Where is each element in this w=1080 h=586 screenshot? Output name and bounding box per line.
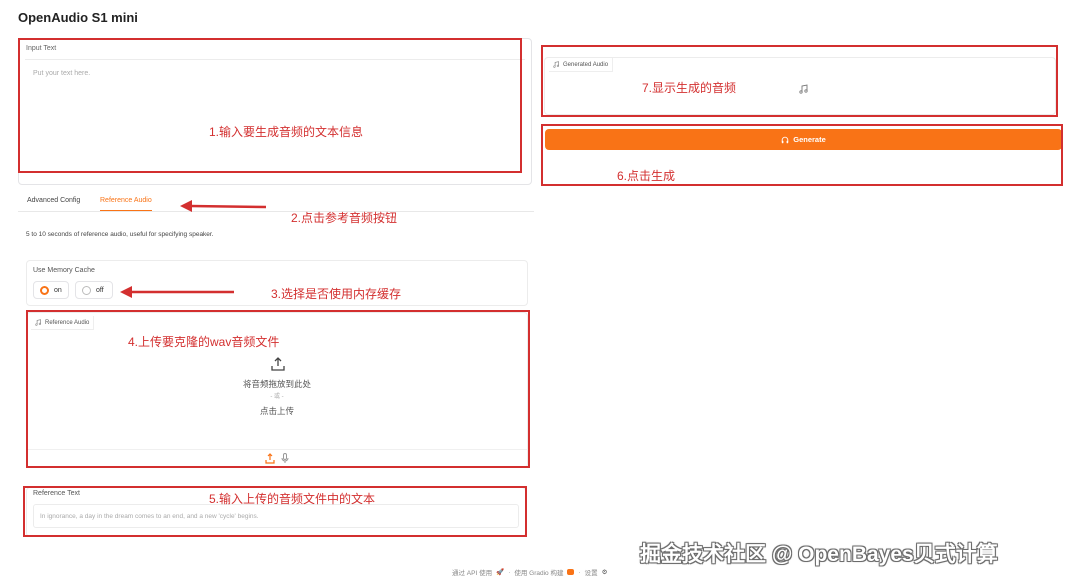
annotation-box-generated-audio <box>541 45 1058 117</box>
annotation-2: 2.点击参考音频按钮 <box>291 211 398 225</box>
footer-sep: · <box>508 568 511 576</box>
footer-sep: · <box>578 568 581 576</box>
gradio-logo-icon <box>567 569 575 575</box>
footer-api-link[interactable]: 通过 API 使用 <box>452 567 492 577</box>
rocket-icon: 🚀 <box>496 569 505 576</box>
annotation-box-input <box>18 38 522 173</box>
config-tabs: Advanced Config Reference Audio <box>18 192 534 212</box>
footer-gradio-link[interactable]: 使用 Gradio 构建 <box>514 567 563 577</box>
watermark: 掘金技术社区 @ OpenBayes贝式计算 <box>640 543 998 566</box>
annotation-5: 5.输入上传的音频文件中的文本 <box>209 492 376 506</box>
annotation-7: 7.显示生成的音频 <box>642 81 737 95</box>
tab-reference-audio[interactable]: Reference Audio <box>100 197 152 211</box>
annotation-1: 1.输入要生成音频的文本信息 <box>209 125 364 139</box>
radio-off-label: off <box>96 286 104 294</box>
reference-description: 5 to 10 seconds of reference audio, usef… <box>26 231 214 238</box>
annotation-arrow-tab <box>180 200 267 212</box>
footer-settings-link[interactable]: 设置 <box>585 567 598 577</box>
app-title: OpenAudio S1 mini <box>18 10 138 25</box>
radio-checked-icon <box>40 285 49 295</box>
tab-advanced-config[interactable]: Advanced Config <box>27 197 80 204</box>
annotation-6: 6.点击生成 <box>617 169 676 183</box>
annotation-arrow-cache <box>120 286 234 298</box>
footer: 通过 API 使用 🚀 · 使用 Gradio 构建 · 设置 ⚙ <box>452 567 608 578</box>
annotation-4: 4.上传要克隆的wav音频文件 <box>128 335 280 349</box>
radio-unchecked-icon <box>82 285 91 295</box>
memory-cache-off-radio[interactable]: off <box>75 281 113 299</box>
memory-cache-label: Use Memory Cache <box>33 267 95 274</box>
annotation-3: 3.选择是否使用内存缓存 <box>271 287 402 301</box>
gear-icon[interactable]: ⚙ <box>602 568 608 576</box>
radio-on-label: on <box>54 286 62 294</box>
memory-cache-on-radio[interactable]: on <box>33 281 69 299</box>
